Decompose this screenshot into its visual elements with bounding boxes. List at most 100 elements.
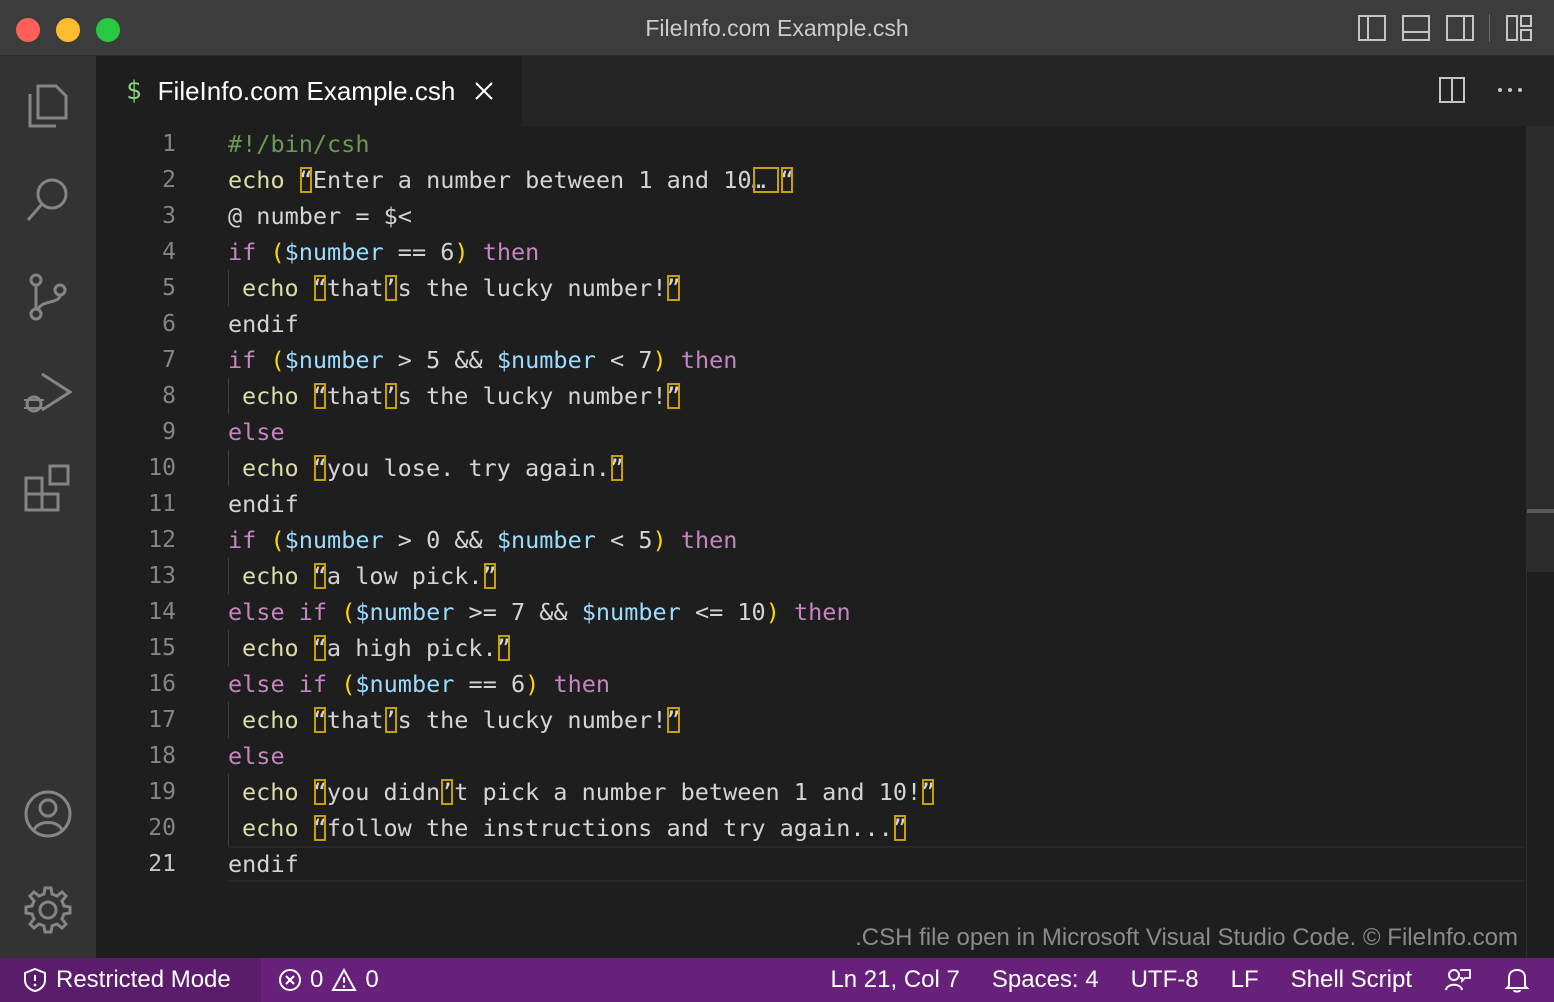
warning-icon (331, 968, 358, 991)
echo-keyword: echo (242, 778, 299, 806)
string-text: that (326, 274, 384, 302)
search-icon[interactable] (20, 172, 76, 228)
echo-keyword: echo (242, 706, 299, 734)
manage-gear-icon[interactable] (20, 882, 76, 938)
restricted-mode-label: Restricted Mode (56, 966, 231, 993)
line-number: 7 (162, 347, 176, 373)
else-keyword: else (228, 418, 285, 446)
string-text: a high pick. (326, 634, 497, 662)
shield-icon (24, 967, 46, 993)
extensions-icon[interactable] (20, 460, 76, 516)
toggle-panel-icon[interactable] (1401, 14, 1431, 42)
variable: $number (284, 526, 384, 554)
code-text: >= 7 && (454, 598, 582, 626)
run-and-debug-icon[interactable] (20, 364, 76, 420)
string-text: Enter a number between 1 and 10 (312, 166, 752, 194)
code-line[interactable]: if ($number == 6) then (228, 234, 1524, 270)
code-text: == 6 (454, 670, 526, 698)
string-text: s the lucky number! (397, 382, 667, 410)
code-line[interactable]: echo “you lose. try again.” (228, 450, 1524, 486)
code-line[interactable]: echo “a high pick.” (228, 630, 1524, 666)
code-line[interactable]: else if ($number >= 7 && $number <= 10) … (228, 594, 1524, 630)
echo-keyword: echo (242, 634, 299, 662)
more-actions-icon[interactable] (1496, 76, 1524, 104)
code-line[interactable]: if ($number > 5 && $number < 7) then (228, 342, 1524, 378)
code-line[interactable]: endif (228, 306, 1524, 342)
echo-keyword: echo (242, 382, 299, 410)
scrollbar-thumb[interactable] (1527, 126, 1554, 572)
line-number: 6 (162, 311, 176, 337)
notifications-bell-icon[interactable] (1504, 966, 1530, 994)
code-line[interactable]: echo “a low pick.” (228, 558, 1524, 594)
cursor-position[interactable]: Ln 21, Col 7 (830, 966, 959, 994)
line-number: 16 (148, 671, 176, 697)
line-number: 19 (148, 779, 176, 805)
line-number: 1 (162, 131, 176, 157)
code-lines[interactable]: #!/bin/csh echo “Enter a number between … (228, 126, 1524, 882)
toggle-primary-sidebar-icon[interactable] (1357, 14, 1387, 42)
activity-bar (0, 56, 96, 958)
split-editor-icon[interactable] (1438, 76, 1466, 104)
endif-keyword: endif (228, 310, 299, 338)
code-line[interactable]: else (228, 738, 1524, 774)
line-number: 13 (148, 563, 176, 589)
title-bar: FileInfo.com Example.csh (0, 0, 1554, 56)
line-number: 4 (162, 239, 176, 265)
string-text: s the lucky number! (397, 706, 667, 734)
code-line[interactable]: @ number = $< (228, 198, 1524, 234)
watermark-caption: .CSH file open in Microsoft Visual Studi… (855, 924, 1518, 951)
code-line[interactable]: echo “that’s the lucky number!” (228, 378, 1524, 414)
if-keyword: if (228, 526, 257, 554)
file-encoding[interactable]: UTF-8 (1131, 966, 1199, 994)
code-line[interactable]: echo “that’s the lucky number!” (228, 270, 1524, 306)
layout-controls (1357, 14, 1534, 42)
end-of-line[interactable]: LF (1231, 966, 1259, 994)
endif-keyword: endif (228, 850, 299, 878)
window-title: FileInfo.com Example.csh (645, 15, 909, 41)
feedback-icon[interactable] (1444, 966, 1472, 994)
source-control-icon[interactable] (20, 268, 76, 324)
restricted-mode-indicator[interactable]: Restricted Mode (0, 958, 261, 1002)
language-mode[interactable]: Shell Script (1291, 966, 1412, 994)
string-text: you didn (326, 778, 441, 806)
accounts-icon[interactable] (20, 786, 76, 842)
code-line[interactable]: else (228, 414, 1524, 450)
indentation-setting[interactable]: Spaces: 4 (992, 966, 1099, 994)
problems-indicator[interactable]: 0 0 (278, 958, 379, 1002)
tab-fileinfo-example-csh[interactable]: $ FileInfo.com Example.csh (96, 56, 522, 126)
customize-layout-icon[interactable] (1504, 14, 1534, 42)
else-if-keyword: else if (228, 598, 328, 626)
close-icon[interactable] (473, 80, 495, 102)
explorer-icon[interactable] (20, 76, 76, 132)
vertical-scrollbar[interactable] (1526, 126, 1554, 958)
shebang-comment: #!/bin/csh (228, 130, 370, 158)
code-line[interactable]: echo “Enter a number between 1 and 10… “ (228, 162, 1524, 198)
code-line[interactable]: else if ($number == 6) then (228, 666, 1524, 702)
line-number-gutter: 1 2 3 4 5 6 7 8 9 10 11 12 13 14 15 16 1… (96, 126, 206, 882)
code-line[interactable]: echo “you didn’t pick a number between 1… (228, 774, 1524, 810)
code-line[interactable]: echo “follow the instructions and try ag… (228, 810, 1524, 846)
code-text: == 6 (383, 238, 455, 266)
toggle-secondary-sidebar-icon[interactable] (1445, 14, 1475, 42)
line-number: 5 (162, 275, 176, 301)
code-editor[interactable]: 1 2 3 4 5 6 7 8 9 10 11 12 13 14 15 16 1… (96, 126, 1554, 958)
warning-count: 0 (365, 966, 379, 993)
variable: $number (496, 346, 596, 374)
code-line[interactable]: echo “that’s the lucky number!” (228, 702, 1524, 738)
variable: $number (355, 598, 455, 626)
line-number: 3 (162, 203, 176, 229)
echo-keyword: echo (242, 454, 299, 482)
code-text: > 5 && (383, 346, 497, 374)
line-number: 8 (162, 383, 176, 409)
variable: $number (581, 598, 681, 626)
then-keyword: then (553, 670, 611, 698)
code-line[interactable]: if ($number > 0 && $number < 5) then (228, 522, 1524, 558)
code-text: < 5 (595, 526, 653, 554)
code-line[interactable]: #!/bin/csh (228, 126, 1524, 162)
line-number: 14 (148, 599, 176, 625)
echo-keyword: echo (242, 562, 299, 590)
code-text: @ number = $< (228, 202, 412, 230)
else-if-keyword: else if (228, 670, 328, 698)
code-line-current[interactable]: endif (228, 846, 1524, 882)
code-line[interactable]: endif (228, 486, 1524, 522)
